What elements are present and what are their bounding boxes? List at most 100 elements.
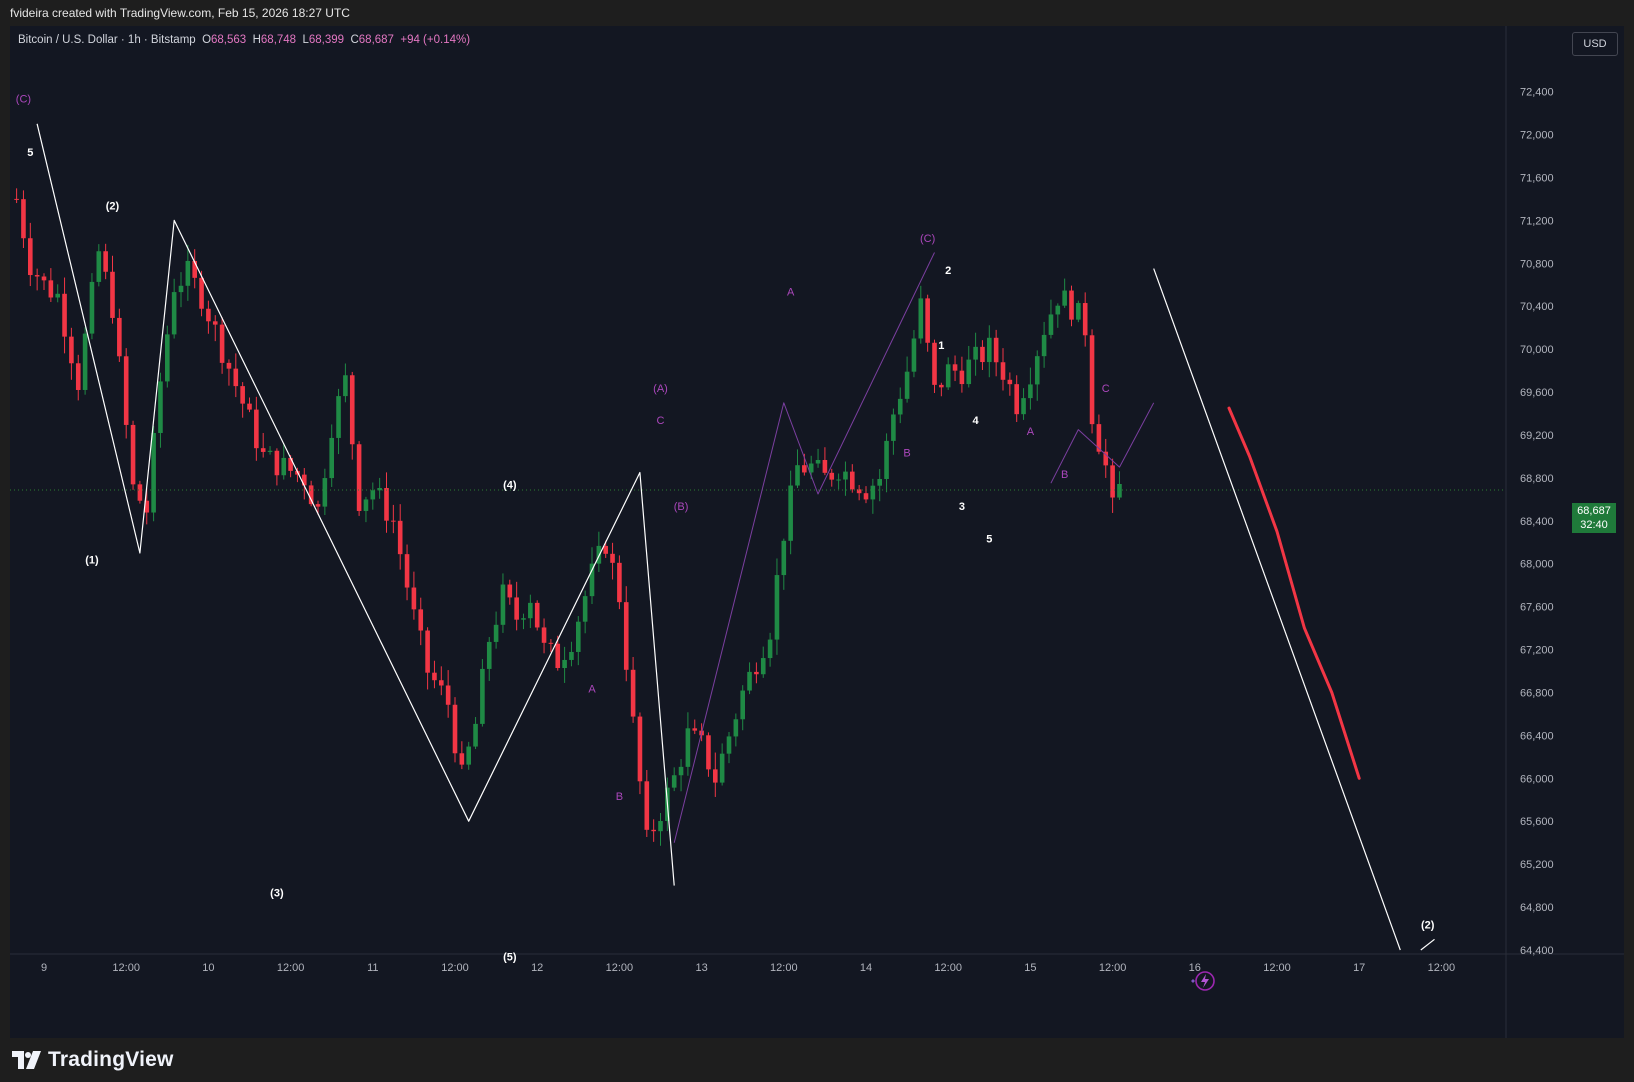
candle-body[interactable] bbox=[514, 597, 519, 620]
candle-body[interactable] bbox=[55, 293, 60, 298]
candle-body[interactable] bbox=[219, 324, 225, 363]
candle-body[interactable] bbox=[932, 342, 937, 385]
candle-body[interactable] bbox=[713, 769, 718, 783]
candle-body[interactable] bbox=[432, 672, 437, 681]
candle-body[interactable] bbox=[582, 596, 588, 622]
candle-body[interactable] bbox=[678, 766, 684, 776]
candle-body[interactable] bbox=[555, 643, 561, 669]
candle-body[interactable] bbox=[637, 716, 643, 782]
candle-body[interactable] bbox=[41, 276, 47, 281]
candle-body[interactable] bbox=[130, 424, 136, 485]
chart-frame[interactable]: 64,400 64,800 65,200 65,600 66,000 66,400 66,8… bbox=[10, 26, 1624, 1038]
candle-body[interactable] bbox=[569, 651, 574, 660]
candle-body[interactable] bbox=[884, 440, 889, 479]
candle-body[interactable] bbox=[685, 728, 691, 767]
candle-body[interactable] bbox=[500, 584, 506, 625]
candle-body[interactable] bbox=[993, 337, 999, 363]
candle-body[interactable] bbox=[1048, 314, 1054, 335]
candle-body[interactable] bbox=[137, 484, 143, 501]
candle-body[interactable] bbox=[911, 338, 917, 372]
candle-body[interactable] bbox=[541, 627, 547, 643]
candle-body[interactable] bbox=[466, 746, 471, 765]
candle-body[interactable] bbox=[1041, 334, 1047, 357]
candle-body[interactable] bbox=[754, 671, 759, 675]
candle-body[interactable] bbox=[856, 489, 862, 494]
candle-body[interactable] bbox=[486, 641, 492, 669]
candle-body[interactable] bbox=[165, 334, 170, 382]
candle-body[interactable] bbox=[274, 450, 280, 476]
candle-body[interactable] bbox=[212, 321, 218, 325]
candle-body[interactable] bbox=[1055, 305, 1061, 315]
candle-body[interactable] bbox=[904, 371, 910, 399]
candle-body[interactable] bbox=[562, 659, 567, 669]
candle-body[interactable] bbox=[178, 285, 184, 293]
candle-body[interactable] bbox=[671, 775, 677, 788]
candle-body[interactable] bbox=[82, 333, 88, 390]
candle-body[interactable] bbox=[959, 370, 965, 385]
candle-body[interactable] bbox=[658, 821, 663, 832]
lightning-icon[interactable] bbox=[1190, 970, 1216, 997]
candle-body[interactable] bbox=[117, 317, 122, 357]
candle-body[interactable] bbox=[870, 485, 876, 500]
candle-body[interactable] bbox=[48, 280, 54, 298]
candle-body[interactable] bbox=[973, 346, 978, 360]
candle-body[interactable] bbox=[254, 409, 259, 449]
candle-body[interactable] bbox=[185, 260, 191, 286]
candle-body[interactable] bbox=[103, 251, 108, 272]
candle-body[interactable] bbox=[760, 658, 766, 675]
candle-body[interactable] bbox=[788, 485, 793, 541]
candle-body[interactable] bbox=[404, 554, 410, 588]
candle-body[interactable] bbox=[1076, 303, 1081, 320]
candle-body[interactable] bbox=[445, 685, 451, 705]
candle-body[interactable] bbox=[692, 728, 698, 731]
candle-body[interactable] bbox=[151, 432, 156, 513]
candle-body[interactable] bbox=[877, 478, 882, 486]
candle-body[interactable] bbox=[418, 609, 424, 631]
candle-body[interactable] bbox=[206, 308, 211, 322]
candle-body[interactable] bbox=[240, 386, 245, 404]
candle-body[interactable] bbox=[315, 504, 321, 507]
candle-body[interactable] bbox=[939, 384, 944, 388]
candle-body[interactable] bbox=[439, 680, 444, 686]
candle-body[interactable] bbox=[336, 396, 341, 438]
candle-body[interactable] bbox=[260, 448, 266, 452]
candle-body[interactable] bbox=[610, 553, 615, 563]
candle-body[interactable] bbox=[1034, 356, 1040, 385]
candle-body[interactable] bbox=[62, 293, 67, 337]
candle-body[interactable] bbox=[158, 381, 163, 433]
candle-body[interactable] bbox=[391, 520, 396, 522]
candle-body[interactable] bbox=[719, 753, 725, 783]
candle-body[interactable] bbox=[1069, 290, 1074, 320]
candle-body[interactable] bbox=[863, 493, 869, 500]
candle-body[interactable] bbox=[623, 602, 629, 670]
candle-body[interactable] bbox=[980, 346, 985, 363]
candle-body[interactable] bbox=[795, 465, 800, 486]
candle-body[interactable] bbox=[1014, 384, 1019, 415]
candle-body[interactable] bbox=[452, 704, 458, 754]
candle-body[interactable] bbox=[1082, 303, 1088, 336]
candle-body[interactable] bbox=[123, 356, 129, 425]
candle-body[interactable] bbox=[1117, 483, 1122, 498]
candle-body[interactable] bbox=[952, 364, 958, 371]
candle-body[interactable] bbox=[644, 781, 650, 830]
candle-body[interactable] bbox=[329, 437, 334, 479]
candle-body[interactable] bbox=[308, 485, 314, 505]
candle-body[interactable] bbox=[589, 563, 595, 597]
candle-body[interactable] bbox=[925, 298, 930, 343]
candle-body[interactable] bbox=[918, 298, 924, 339]
candle-body[interactable] bbox=[850, 471, 855, 490]
candle-body[interactable] bbox=[651, 829, 656, 832]
candle-body[interactable] bbox=[247, 403, 252, 410]
candle-body[interactable] bbox=[480, 668, 485, 724]
candle-body[interactable] bbox=[1021, 398, 1026, 415]
candle-body[interactable] bbox=[75, 363, 81, 390]
candle-body[interactable] bbox=[945, 364, 951, 388]
candle-body[interactable] bbox=[425, 630, 430, 673]
candle-body[interactable] bbox=[843, 471, 848, 480]
candle-body[interactable] bbox=[733, 719, 739, 737]
candle-body[interactable] bbox=[815, 459, 821, 464]
candle-body[interactable] bbox=[356, 444, 362, 511]
price-chart[interactable]: 64,400 64,800 65,200 65,600 66,000 66,400 66,8… bbox=[10, 26, 1624, 1038]
candle-body[interactable] bbox=[1089, 335, 1095, 425]
candle-body[interactable] bbox=[781, 540, 787, 576]
